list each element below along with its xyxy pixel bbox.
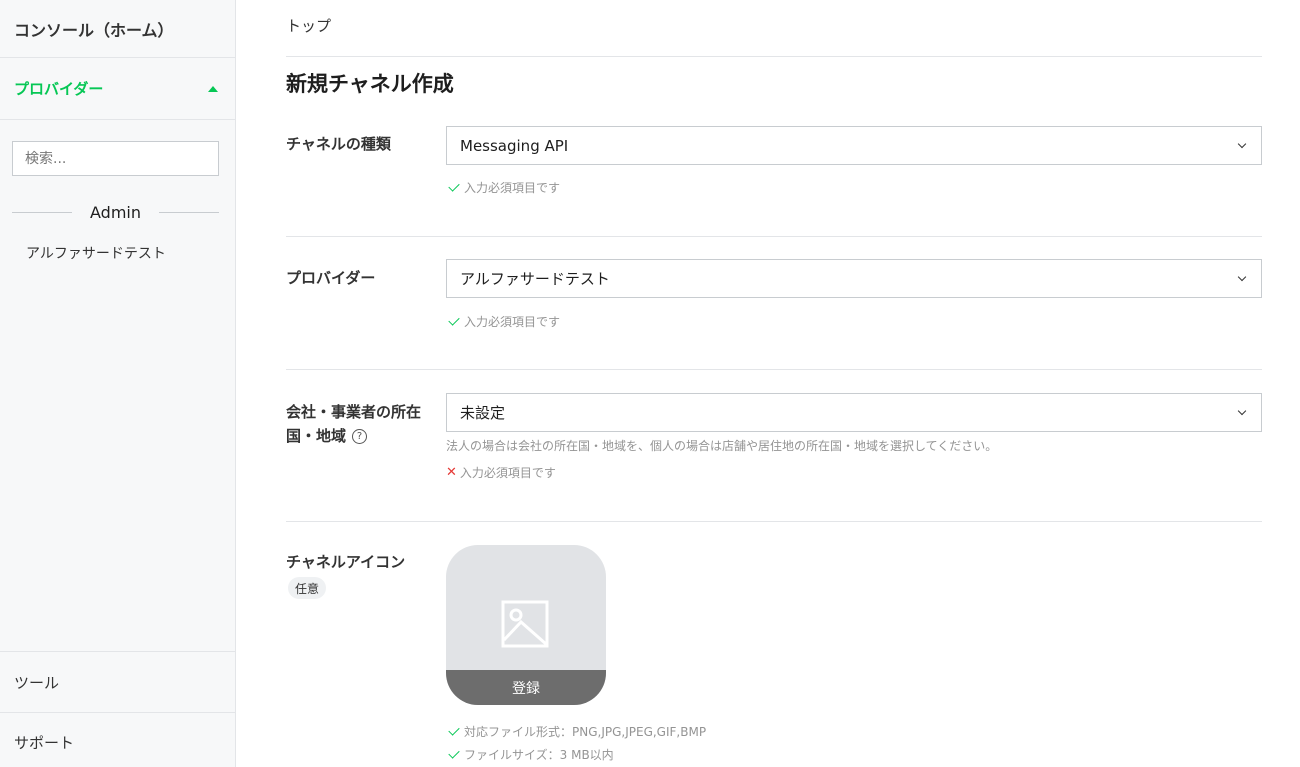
sidebar-provider-toggle[interactable]: プロバイダー <box>0 58 235 120</box>
validation-text: 入力必須項目です <box>464 315 561 329</box>
channel-icon-label: チャネルアイコン <box>286 553 406 571</box>
check-icon <box>448 314 460 326</box>
country-label-line2: 国・地域 <box>286 427 347 445</box>
country-label-line1: 会社・事業者の所在 <box>286 403 422 421</box>
country-validation: ✕ 入力必須項目です <box>446 464 556 481</box>
channel-type-label: チャネルの種類 <box>286 135 391 153</box>
provider-group-header: Admin <box>12 200 219 224</box>
sidebar-provider-label: プロバイダー <box>14 80 104 98</box>
provider-select[interactable]: アルファサードテスト <box>446 259 1262 298</box>
check-icon <box>448 724 460 736</box>
sidebar-support[interactable]: サポート <box>0 713 235 767</box>
channel-type-validation: 入力必須項目です <box>446 179 560 196</box>
sidebar: コンソール（ホーム） プロバイダー Admin アルファサードテスト ツール サ… <box>0 0 236 767</box>
optional-badge: 任意 <box>288 577 327 599</box>
sidebar-console-home[interactable]: コンソール（ホーム） <box>0 0 235 58</box>
divider <box>12 211 72 213</box>
divider <box>286 369 1262 370</box>
check-icon <box>448 180 460 192</box>
file-format-note: 対応ファイル形式：PNG,JPG,JPEG,GIF,BMP <box>446 723 706 740</box>
divider <box>286 521 1262 522</box>
caret-up-icon <box>208 86 218 92</box>
breadcrumb[interactable]: トップ <box>286 15 331 36</box>
country-value: 未設定 <box>460 404 506 422</box>
country-help-text: 法人の場合は会社の所在国・地域を、個人の場合は店舗や居住地の所在国・地域を選択し… <box>446 439 998 453</box>
channel-type-select[interactable]: Messaging API <box>446 126 1262 165</box>
provider-group-label: Admin <box>90 202 141 222</box>
page-title: 新規チャネル作成 <box>286 72 454 96</box>
divider <box>286 236 1262 237</box>
sidebar-tools[interactable]: ツール <box>0 651 235 713</box>
file-format-text: 対応ファイル形式：PNG,JPG,JPEG,GIF,BMP <box>464 725 707 739</box>
file-size-note: ファイルサイズ：3 MB以内 <box>446 746 614 763</box>
chevron-down-icon <box>1237 139 1247 149</box>
provider-label: プロバイダー <box>286 269 376 287</box>
sidebar-item-provider[interactable]: アルファサードテスト <box>26 243 166 263</box>
divider <box>286 56 1262 57</box>
country-label: 会社・事業者の所在 国・地域? <box>286 400 421 448</box>
country-label-line2-wrap: 国・地域? <box>286 424 421 448</box>
chevron-down-icon <box>1237 406 1247 416</box>
chevron-down-icon <box>1237 272 1247 282</box>
provider-value: アルファサードテスト <box>460 270 610 288</box>
validation-text: 入力必須項目です <box>464 181 561 195</box>
provider-search-input[interactable] <box>12 141 219 176</box>
image-placeholder-icon <box>501 600 549 648</box>
divider <box>159 211 219 213</box>
check-icon <box>448 747 460 759</box>
channel-icon-uploader[interactable]: 登録 <box>446 545 606 705</box>
provider-validation: 入力必須項目です <box>446 313 560 330</box>
close-icon: ✕ <box>446 465 457 480</box>
upload-button[interactable]: 登録 <box>446 670 606 705</box>
file-size-text: ファイルサイズ：3 MB以内 <box>464 748 614 762</box>
help-icon[interactable]: ? <box>352 429 368 444</box>
validation-text: 入力必須項目です <box>459 466 556 480</box>
country-select[interactable]: 未設定 <box>446 393 1262 432</box>
channel-type-value: Messaging API <box>460 136 569 155</box>
